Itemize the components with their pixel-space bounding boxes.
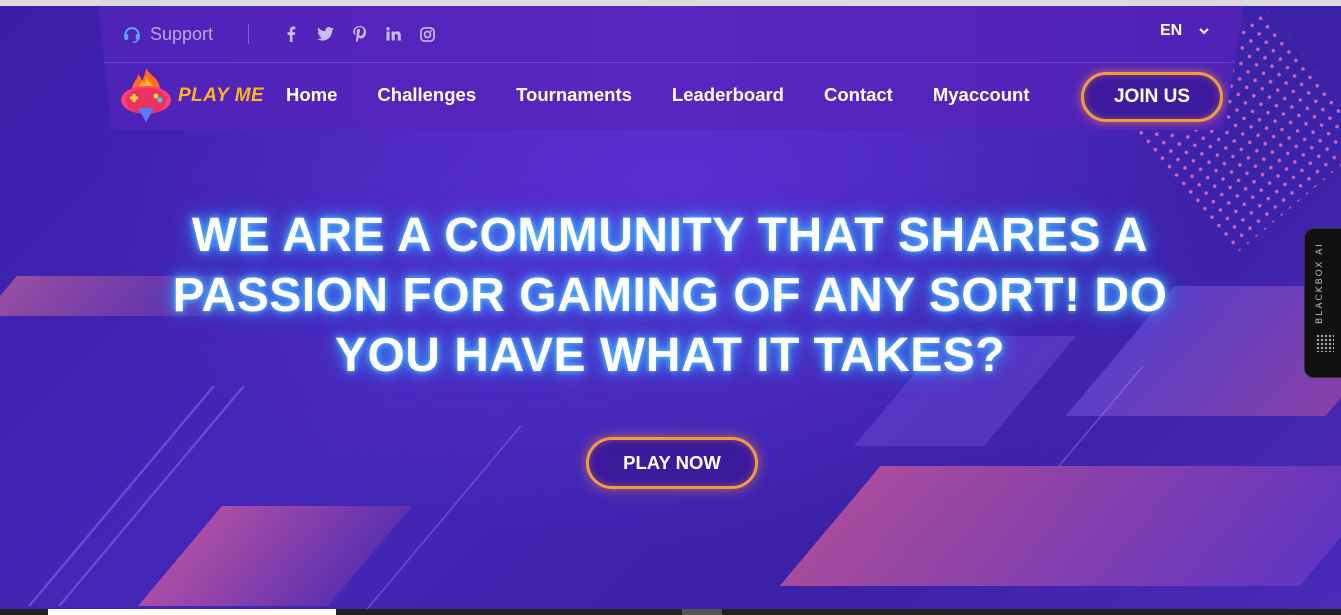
blackbox-extension-tab[interactable]: BLACKBOX AI xyxy=(1304,228,1341,378)
nav-challenges[interactable]: Challenges xyxy=(377,84,476,106)
play-now-button[interactable]: PLAY NOW xyxy=(586,437,758,489)
instagram-icon[interactable] xyxy=(410,23,444,45)
taskbar-strip xyxy=(0,609,1341,615)
site-header: Support EN PLAY ME Home Challenges Tourn… xyxy=(98,6,1244,130)
nav-contact[interactable]: Contact xyxy=(824,84,893,106)
blackbox-label: BLACKBOX AI xyxy=(1315,242,1325,324)
decor-band xyxy=(138,506,412,606)
language-selector[interactable]: EN xyxy=(1160,22,1210,40)
support-link[interactable]: Support xyxy=(122,22,213,46)
nav-home[interactable]: Home xyxy=(286,84,337,106)
taskbar-item[interactable] xyxy=(682,609,722,615)
support-label: Support xyxy=(150,23,214,44)
facebook-icon[interactable] xyxy=(274,23,308,45)
language-label: EN xyxy=(1160,22,1183,39)
main-nav: Home Challenges Tournaments Leaderboard … xyxy=(286,84,1070,106)
headset-icon xyxy=(124,27,140,44)
nav-leaderboard[interactable]: Leaderboard xyxy=(672,84,784,106)
pinterest-icon[interactable] xyxy=(342,23,376,45)
blackbox-logo-icon xyxy=(1316,334,1334,352)
top-bar: Support EN xyxy=(98,6,1244,63)
brand-logo[interactable]: PLAY ME xyxy=(118,66,264,126)
linkedin-icon[interactable] xyxy=(376,23,410,45)
taskbar-window[interactable] xyxy=(48,609,336,615)
hero-section: Support EN PLAY ME Home Challenges Tourn… xyxy=(0,6,1341,609)
social-links xyxy=(274,23,444,45)
chevron-down-icon xyxy=(1199,28,1209,35)
divider xyxy=(248,24,249,44)
nav-myaccount[interactable]: Myaccount xyxy=(933,84,1030,106)
nav-tournaments[interactable]: Tournaments xyxy=(516,84,632,106)
hero-title: WE ARE A COMMUNITY THAT SHARES A PASSION… xyxy=(172,209,1168,382)
decor-band xyxy=(779,466,1341,586)
twitter-icon[interactable] xyxy=(308,23,342,45)
join-us-button[interactable]: JOIN US xyxy=(1081,72,1223,122)
brand-name: PLAY ME xyxy=(178,85,265,106)
gamepad-flame-logo-icon xyxy=(121,68,171,122)
nav-row: PLAY ME Home Challenges Tournaments Lead… xyxy=(98,62,1244,130)
